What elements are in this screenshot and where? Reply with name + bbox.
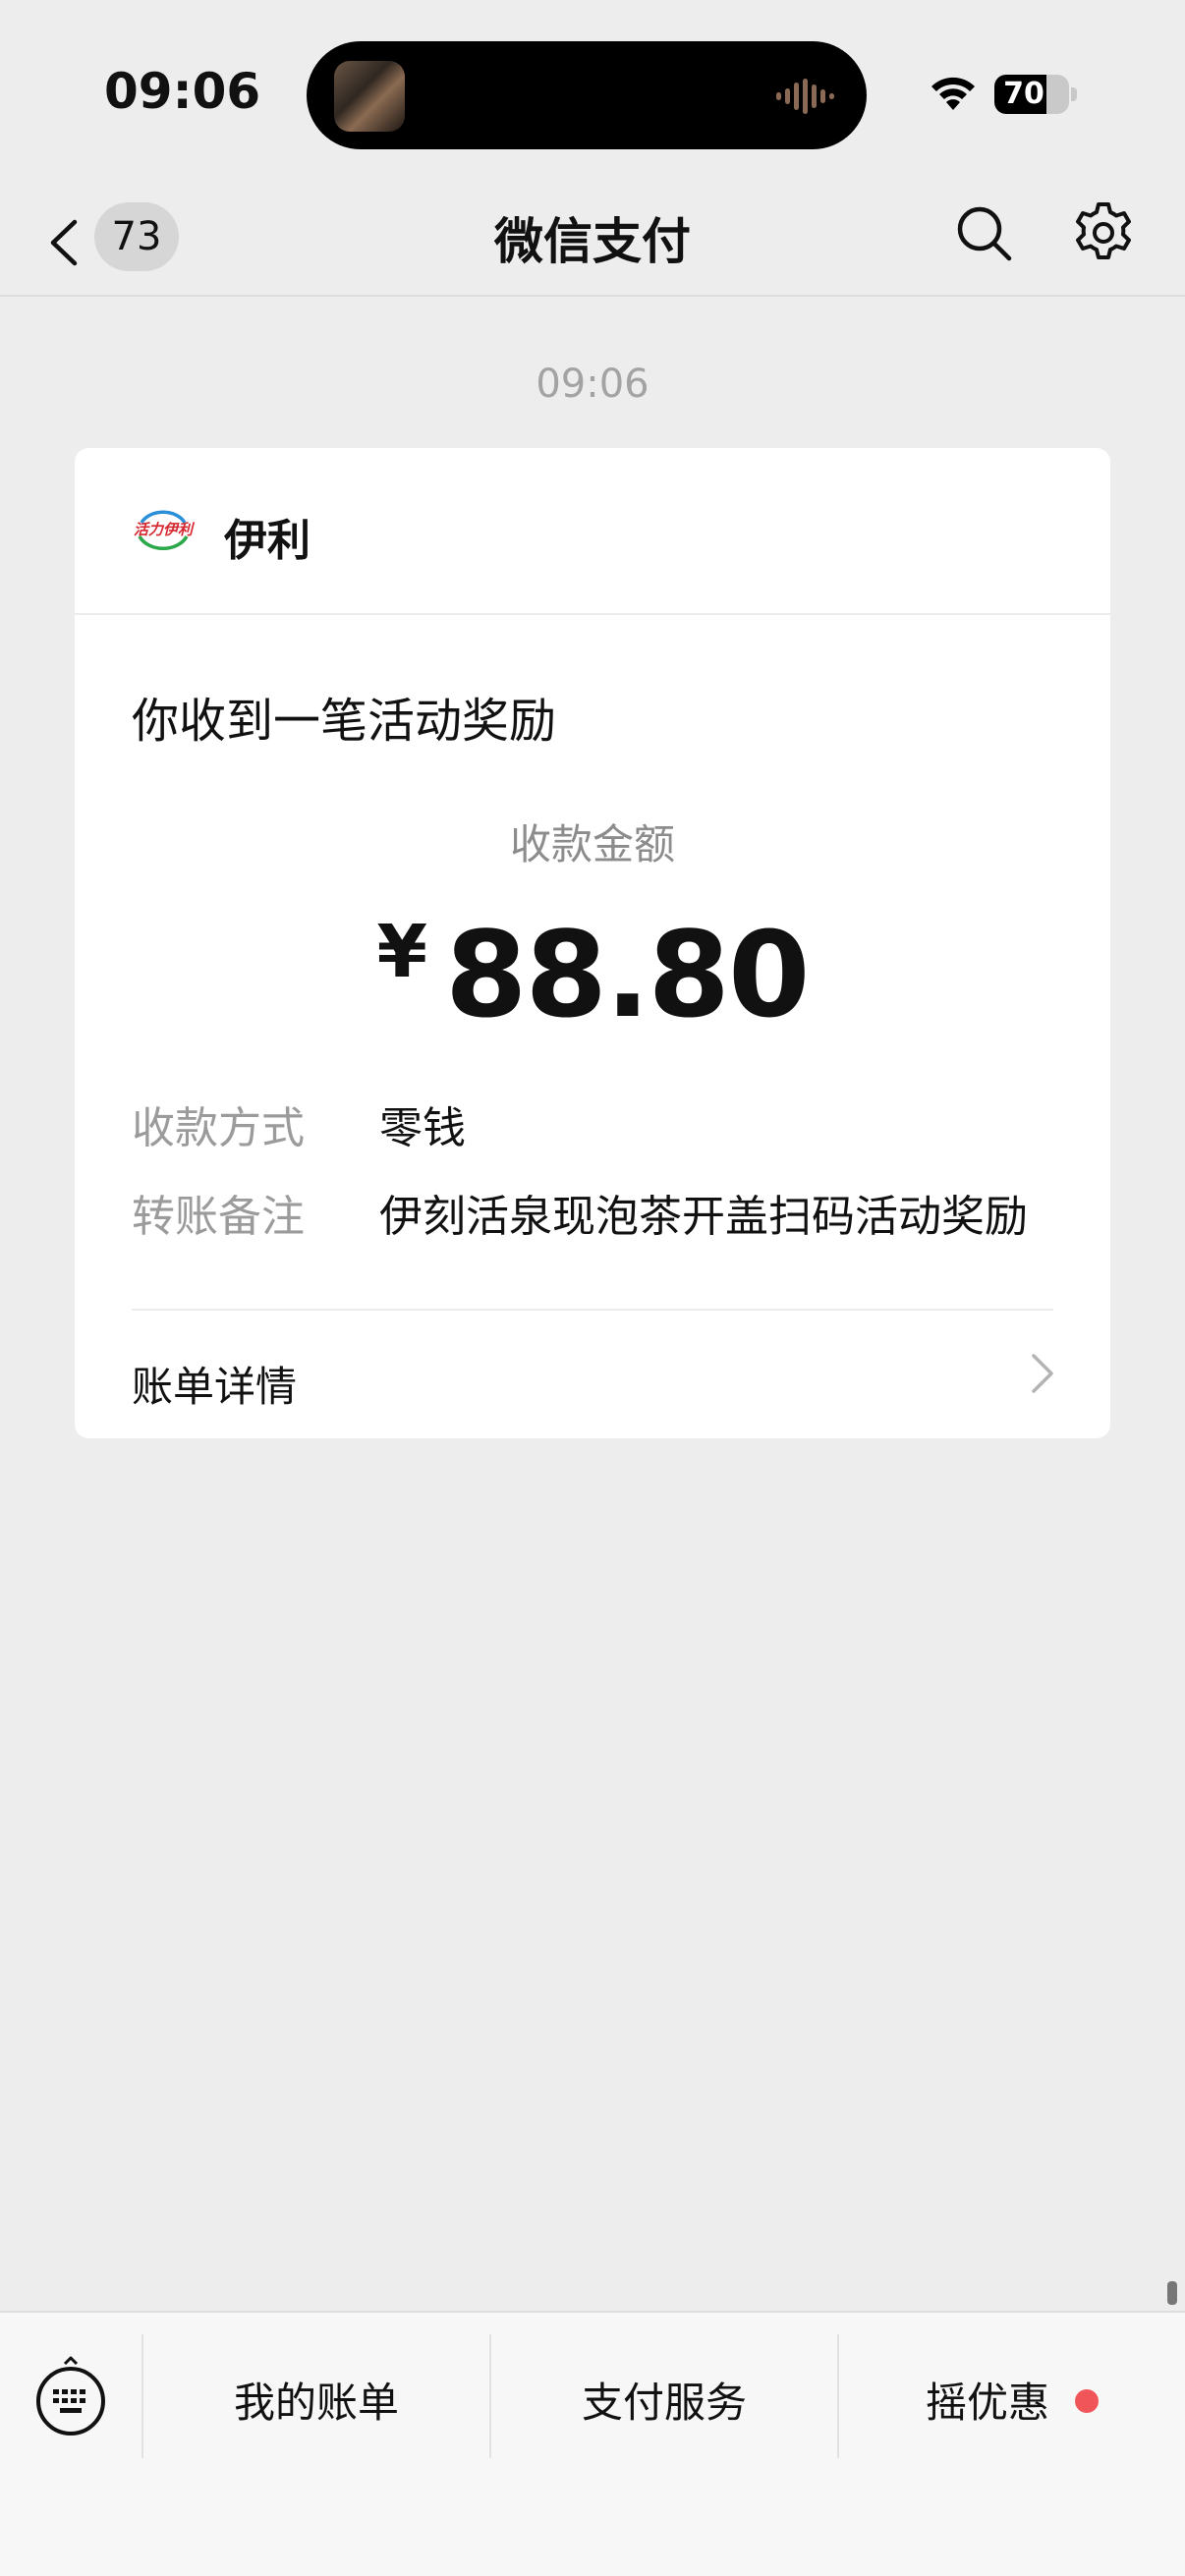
menu-payment-services[interactable]: 支付服务 bbox=[491, 2370, 837, 2430]
status-bar: 09:06 70 bbox=[0, 0, 1185, 177]
amount-value: ¥88.80 bbox=[75, 908, 1110, 1044]
info-row-key: 收款方式 bbox=[132, 1103, 305, 1153]
menu-shake-offers[interactable]: 摇优惠 bbox=[839, 2370, 1185, 2430]
info-row-value: 零钱 bbox=[379, 1103, 466, 1153]
card-title: 你收到一笔活动奖励 bbox=[132, 694, 557, 749]
notification-dot bbox=[1075, 2389, 1099, 2413]
menu-my-bills[interactable]: 我的账单 bbox=[143, 2370, 489, 2430]
status-time: 09:06 bbox=[104, 63, 261, 120]
info-row-remark: 转账备注 伊刻活泉现泡茶开盖扫码活动奖励 bbox=[132, 1181, 1028, 1244]
yili-logo: 活力伊利 bbox=[134, 510, 196, 550]
scroll-indicator[interactable] bbox=[1167, 2281, 1177, 2305]
menu-label: 支付服务 bbox=[581, 2379, 747, 2427]
message-timestamp: 09:06 bbox=[536, 362, 649, 407]
search-icon[interactable] bbox=[955, 204, 1014, 263]
battery-tip bbox=[1071, 87, 1077, 101]
chevron-right-icon[interactable] bbox=[1030, 1352, 1055, 1395]
battery-indicator: 70 bbox=[994, 75, 1069, 114]
svg-text:活力伊利: 活力伊利 bbox=[134, 521, 196, 538]
info-row-value: 伊刻活泉现泡茶开盖扫码活动奖励 bbox=[379, 1192, 1028, 1242]
nav-bar: 73 微信支付 bbox=[0, 177, 1185, 297]
amount-number: 88.80 bbox=[444, 908, 811, 1044]
gear-icon[interactable] bbox=[1071, 200, 1136, 265]
card-header[interactable]: 活力伊利 伊利 bbox=[75, 448, 1110, 615]
audio-wave-icon bbox=[776, 79, 834, 114]
payment-notification-card[interactable]: 活力伊利 伊利 你收到一笔活动奖励 收款金额 ¥88.80 收款方式 零钱 转账备… bbox=[75, 448, 1110, 1438]
card-divider bbox=[132, 1309, 1053, 1311]
bill-detail-link[interactable]: 账单详情 bbox=[132, 1354, 297, 1414]
dynamic-island[interactable] bbox=[307, 41, 867, 149]
bottom-menu-bar: 我的账单 支付服务 摇优惠 bbox=[0, 2311, 1185, 2576]
wifi-icon bbox=[931, 77, 975, 110]
now-playing-cover bbox=[334, 61, 405, 132]
battery-percent: 70 bbox=[1003, 77, 1044, 111]
currency-symbol: ¥ bbox=[376, 910, 427, 994]
keyboard-icon[interactable] bbox=[33, 2352, 108, 2440]
info-row-payment-method: 收款方式 零钱 bbox=[132, 1092, 466, 1155]
menu-label: 摇优惠 bbox=[925, 2379, 1049, 2427]
info-row-key: 转账备注 bbox=[132, 1192, 305, 1242]
amount-label: 收款金额 bbox=[509, 820, 675, 868]
menu-label: 我的账单 bbox=[233, 2379, 399, 2427]
brand-name: 伊利 bbox=[224, 516, 310, 566]
